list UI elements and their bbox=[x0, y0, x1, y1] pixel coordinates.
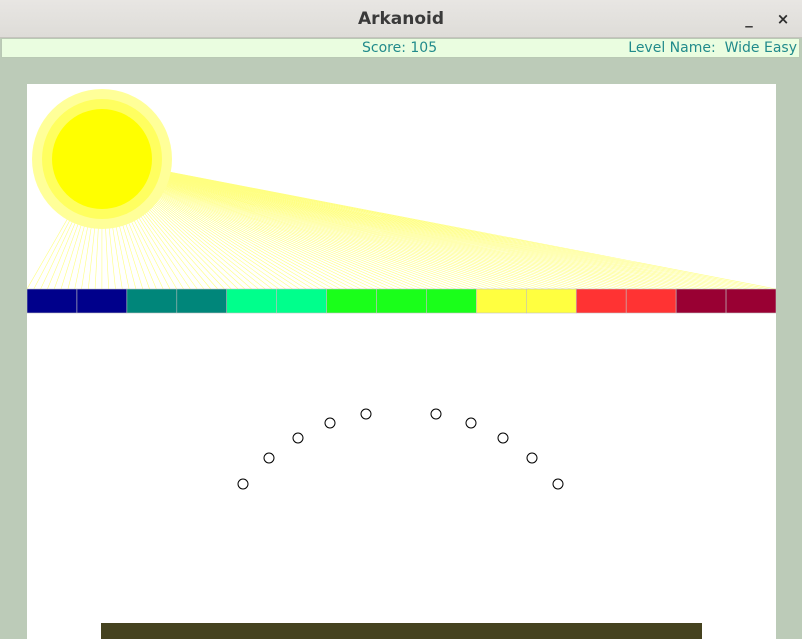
ball bbox=[497, 432, 509, 444]
minimize-button[interactable]: _ bbox=[738, 8, 760, 30]
block bbox=[725, 288, 776, 314]
block-row bbox=[27, 288, 776, 314]
ball bbox=[430, 408, 442, 420]
ball bbox=[552, 478, 564, 490]
score-label: Score: bbox=[362, 40, 406, 56]
block bbox=[575, 288, 627, 314]
score-display: Score: 105 bbox=[362, 40, 437, 56]
ball bbox=[465, 417, 477, 429]
window-titlebar: Arkanoid _ × bbox=[0, 0, 802, 38]
balls bbox=[237, 408, 564, 490]
block bbox=[426, 288, 477, 314]
block bbox=[276, 288, 327, 314]
block bbox=[625, 288, 677, 314]
block bbox=[176, 288, 228, 314]
ball bbox=[526, 452, 538, 464]
block bbox=[226, 288, 277, 314]
ball bbox=[360, 408, 372, 420]
game-field[interactable] bbox=[27, 84, 776, 639]
close-button[interactable]: × bbox=[772, 8, 794, 30]
block bbox=[126, 288, 178, 314]
game-canvas bbox=[27, 89, 776, 639]
block bbox=[76, 288, 128, 314]
level-name-value: Wide Easy bbox=[724, 40, 797, 56]
status-bar: Score: 105 Level Name: Wide Easy bbox=[1, 38, 800, 58]
score-value: 105 bbox=[410, 40, 438, 56]
sun-ray bbox=[101, 158, 776, 290]
block bbox=[376, 288, 427, 314]
block bbox=[476, 288, 527, 314]
paddle[interactable] bbox=[101, 623, 702, 639]
sun-core bbox=[52, 109, 152, 209]
sun bbox=[32, 89, 172, 229]
ball bbox=[292, 432, 304, 444]
block bbox=[326, 288, 377, 314]
block bbox=[27, 288, 78, 314]
ball bbox=[263, 452, 275, 464]
ball bbox=[237, 478, 249, 490]
level-name-label: Level Name: bbox=[628, 40, 716, 56]
ball bbox=[324, 417, 336, 429]
level-name-display: Level Name: Wide Easy bbox=[628, 40, 797, 56]
block bbox=[675, 288, 727, 314]
block bbox=[526, 288, 577, 314]
window-title: Arkanoid bbox=[357, 9, 445, 29]
